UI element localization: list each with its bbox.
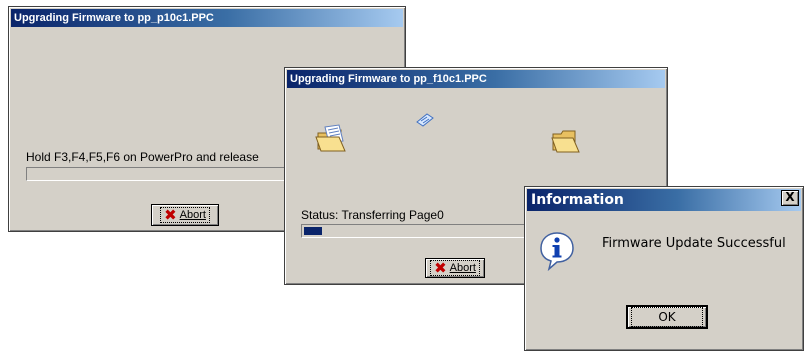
window-2-title: Upgrading Firmware to pp_f10c1.PPC: [287, 70, 665, 88]
window-2-progress-fill: [304, 227, 322, 235]
transfer-status-text: Status: Transferring Page0: [301, 208, 444, 222]
window-1-abort-button[interactable]: ✖ Abort: [151, 204, 219, 226]
open-folder-source-icon: [315, 124, 346, 152]
ok-button[interactable]: OK: [627, 306, 707, 328]
abort-label: Abort: [449, 262, 476, 274]
info-message: Firmware Update Successful: [602, 236, 786, 251]
abort-label: Abort: [179, 209, 206, 221]
open-folder-destination-icon: [551, 130, 580, 153]
info-icon: [540, 232, 574, 271]
window-2-abort-button[interactable]: ✖ Abort: [425, 258, 485, 278]
instruction-text: Hold F3,F4,F5,F6 on PowerPro and release: [26, 150, 259, 164]
close-button[interactable]: X: [781, 190, 799, 206]
window-1-title: Upgrading Firmware to pp_p10c1.PPC: [11, 9, 403, 27]
information-dialog-title: Information: [527, 189, 801, 211]
information-dialog: Information X Firmware Update Successful…: [524, 186, 804, 351]
window-2-progress-bar: [301, 224, 559, 238]
abort-x-icon: ✖: [164, 206, 177, 224]
ok-label: OK: [631, 307, 703, 327]
flying-document-icon: [416, 113, 434, 127]
abort-x-icon: ✖: [434, 259, 447, 277]
